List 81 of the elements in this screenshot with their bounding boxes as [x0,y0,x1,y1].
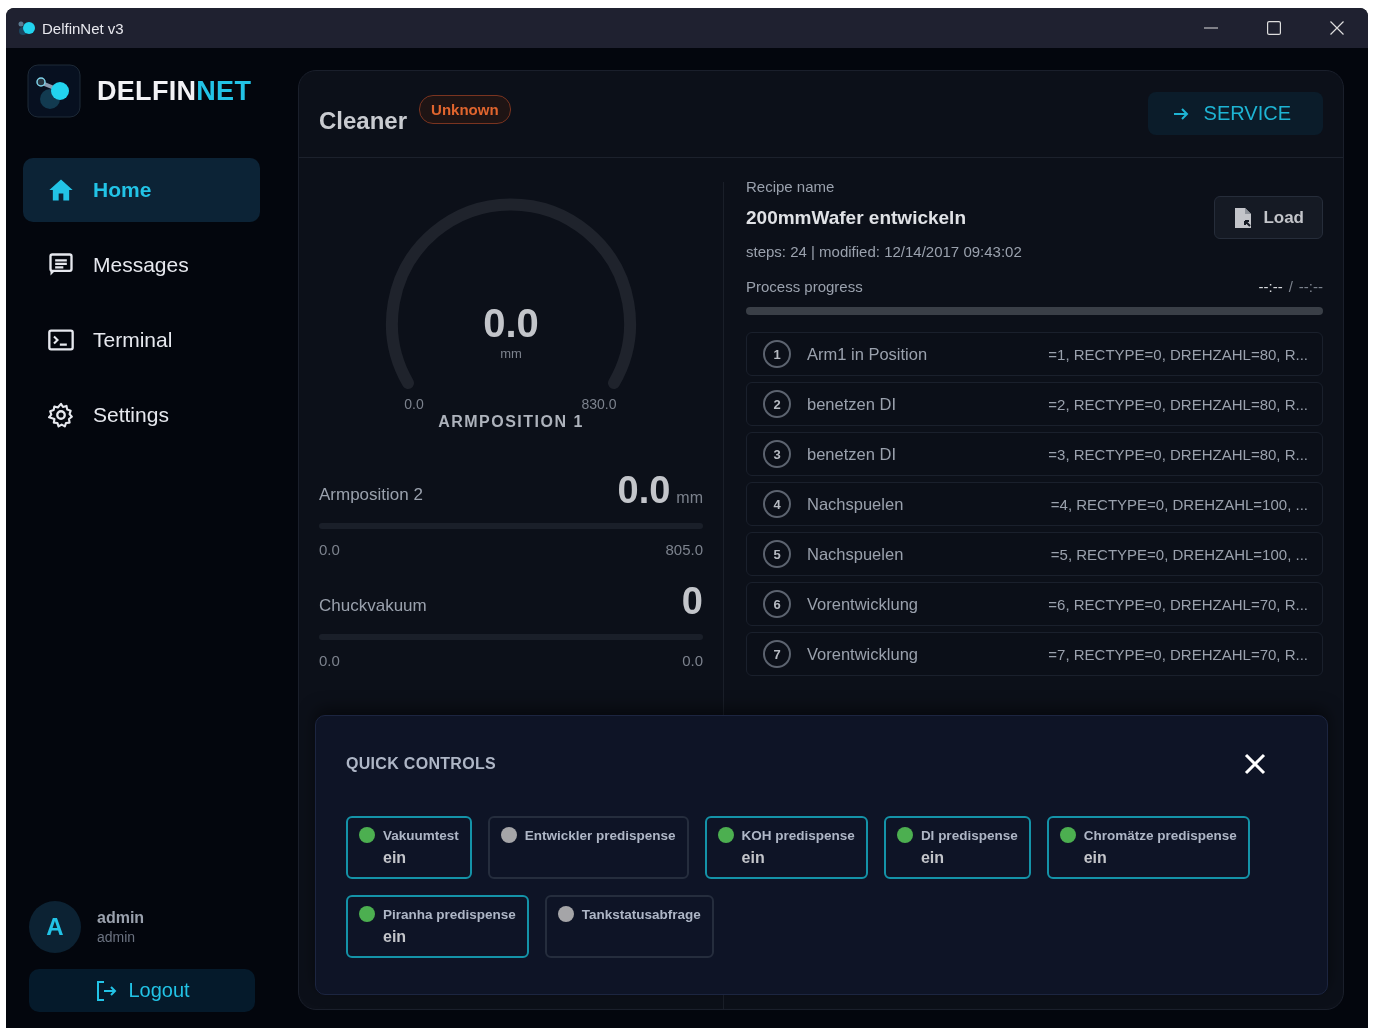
step-number: 4 [763,490,791,518]
quick-control-toggle[interactable]: KOH predispense ein [704,816,868,879]
quick-control-toggle[interactable]: Tankstatusabfrage [544,895,714,958]
metric-min: 0.0 [319,541,340,558]
service-button[interactable]: SERVICE [1147,92,1323,135]
file-icon [1233,206,1254,229]
step-name: benetzen DI [807,394,897,414]
step-name: Nachspuelen [807,544,905,564]
nav-item[interactable]: Terminal [23,308,260,372]
recipe-meta: steps: 24 | modified: 12/14/2017 09:43:02 [746,243,1022,260]
app-logo-icon [27,64,81,118]
gauge-max: 830.0 [581,396,617,411]
step-name: Vorentwicklung [807,594,919,614]
status-dot [359,827,375,843]
metric-label: Chuckvakuum [319,596,427,617]
page-title: Cleaner [319,107,408,135]
metric-max: 805.0 [665,541,703,558]
step-params: =6, RECTYPE=0, DREHZAHL=70, R... [1048,595,1308,613]
time-separator: / [1288,278,1293,295]
quick-control-toggle[interactable]: DI predispense ein [883,816,1031,879]
status-dot [1059,827,1076,843]
step-name: benetzen DI [807,444,897,464]
quick-control-toggle[interactable]: Chromätze predispense ein [1046,816,1250,879]
status-dot [896,827,913,843]
step-params: =3, RECTYPE=0, DREHZAHL=80, R... [1048,445,1308,463]
logout-button[interactable]: Logout [29,969,255,1012]
metric-min: 0.0 [319,652,340,669]
message-icon [47,251,75,279]
step-number: 3 [763,440,791,468]
brand-name: DELFINNET [97,75,252,107]
recipe-name: 200mmWafer entwickeln [746,207,967,229]
step-number: 7 [763,640,791,668]
logout-icon [94,978,119,1003]
step-params: =1, RECTYPE=0, DREHZAHL=80, R... [1048,345,1308,363]
minimize-icon [1203,27,1218,29]
settings-icon [47,401,75,429]
gauge-label: ARMPOSITION 1 [438,413,584,431]
close-icon [1329,21,1344,35]
quick-control-toggle[interactable]: Vakuumtest ein [346,816,472,879]
quick-control-toggle[interactable]: Piranha predispense ein [346,895,529,958]
progress-label: Process progress [746,278,863,295]
quick-control-toggle[interactable]: Entwickler predispense [487,816,689,879]
step-name: Nachspuelen [807,494,905,514]
metric-label: Armposition 2 [319,485,423,506]
panel-title: QUICK CONTROLS [346,755,496,773]
gauge-unit: mm [500,346,522,361]
status-dot [717,827,734,843]
status-dot [359,906,375,922]
status-dot [500,827,517,843]
total-time: --:-- [1298,278,1323,295]
metric-max: 0.0 [682,652,703,669]
close-button[interactable] [1243,752,1267,776]
gauge-value: 0.0 [483,301,539,345]
step-number: 5 [763,540,791,568]
load-button[interactable]: Load [1214,196,1323,239]
status-badge: Unknown [419,95,511,124]
metric-value: 0 [681,582,703,620]
user-avatar: A [29,901,81,953]
maximize-icon [1266,21,1281,35]
step-name: Vorentwicklung [807,644,919,664]
step-name: Arm1 in Position [807,344,929,364]
step-number: 1 [763,340,791,368]
status-dot [557,906,574,922]
window-title: DelfinNet v3 [42,19,124,37]
elapsed-time: --:-- [1258,278,1283,295]
metric-value: 0.0 [617,471,671,509]
metric-unit: mm [676,489,703,507]
gauge-min: 0.0 [404,396,424,411]
step-params: =2, RECTYPE=0, DREHZAHL=80, R... [1048,395,1308,413]
recipe-label: Recipe name [746,178,836,195]
nav-item[interactable]: Home [23,158,260,222]
nav-item[interactable]: Messages [23,233,260,297]
user-role: admin [97,929,137,945]
app-logo-icon [18,20,36,36]
step-number: 2 [763,390,791,418]
user-name: admin [97,909,145,927]
step-params: =5, RECTYPE=0, DREHZAHL=100, ... [1050,545,1308,563]
step-params: =4, RECTYPE=0, DREHZAHL=100, ... [1050,495,1308,513]
step-params: =7, RECTYPE=0, DREHZAHL=70, R... [1048,645,1308,663]
nav-item[interactable]: Settings [23,383,260,447]
step-number: 6 [763,590,791,618]
